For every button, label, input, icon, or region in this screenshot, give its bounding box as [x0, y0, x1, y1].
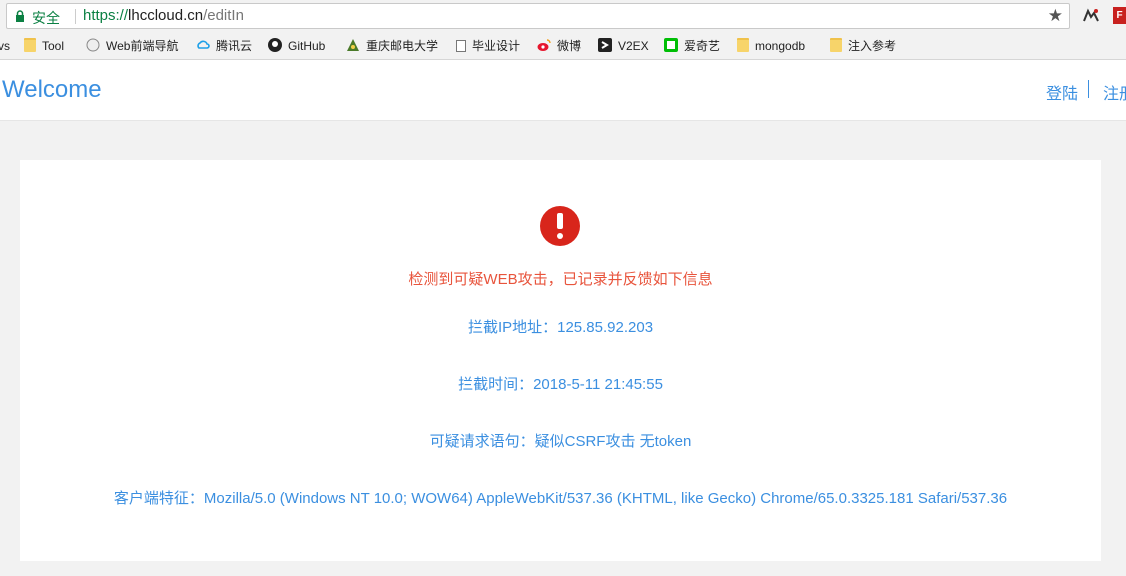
url-scheme: https://: [83, 7, 129, 24]
bookmark-weibo[interactable]: 微博: [537, 38, 581, 54]
github-icon: [268, 38, 282, 52]
client-user-agent: 客户端特征：Mozilla/5.0 (Windows NT 10.0; WOW6…: [113, 490, 1008, 507]
page-icon: [456, 40, 466, 52]
bookmark-v2ex[interactable]: V2EX: [598, 38, 649, 54]
bookmark-label: 注入参考: [848, 39, 897, 53]
extension-f-icon[interactable]: F: [1113, 7, 1126, 24]
alert-card: 检测到可疑WEB攻击，已记录并反馈如下信息 拦截IP地址：125.85.92.2…: [20, 160, 1101, 561]
secure-label: 安全: [32, 10, 60, 26]
browser-toolbar: 安全 https://lhccloud.cn/editIn ★ F: [0, 0, 1126, 33]
address-bar[interactable]: 安全 https://lhccloud.cn/editIn ★: [6, 3, 1070, 29]
lock-icon: [16, 10, 24, 22]
bookmark-label: Web前端导航: [106, 39, 179, 53]
exclamation-icon: [540, 206, 580, 246]
suspicious-request: 可疑请求语句：疑似CSRF攻击 无token: [429, 433, 692, 450]
bookmark-tencent-cloud[interactable]: 腾讯云: [196, 38, 252, 54]
site-brand[interactable]: Welcome: [2, 76, 102, 104]
extension-icon[interactable]: [1082, 7, 1100, 25]
register-link[interactable]: 注册: [1103, 80, 1126, 104]
weibo-icon: [537, 39, 551, 51]
bookmark-label: 腾讯云: [216, 39, 253, 53]
folder-icon: [24, 38, 36, 52]
folder-icon: [830, 38, 842, 52]
url-path: /editIn: [203, 7, 244, 24]
nav-divider: [1088, 80, 1089, 98]
bookmark-label: Tool: [42, 39, 65, 53]
bookmark-iqiyi[interactable]: 爱奇艺: [664, 38, 720, 54]
bookmark-vs[interactable]: vs: [0, 38, 10, 54]
bookmark-label: V2EX: [618, 39, 649, 53]
bookmark-label: 重庆邮电大学: [366, 39, 439, 53]
site-header: Welcome 登陆 注册: [0, 60, 1126, 121]
bookmark-graduation[interactable]: 毕业设计: [456, 38, 520, 54]
bookmark-label: 爱奇艺: [684, 39, 721, 53]
url-host: lhccloud.cn: [128, 7, 204, 24]
url-text[interactable]: https://lhccloud.cn/editIn: [83, 7, 244, 24]
address-separator: [75, 9, 76, 24]
bookmark-injection-ref[interactable]: 注入参考: [830, 38, 896, 54]
iqiyi-icon: [664, 38, 678, 52]
bookmark-label: vs: [0, 39, 10, 53]
blocked-time: 拦截时间：2018-5-11 21:45:55: [458, 376, 663, 393]
bookmark-label: 微博: [557, 39, 582, 53]
bookmark-tool[interactable]: Tool: [24, 38, 64, 54]
school-icon: [347, 39, 359, 51]
bookmark-label: GitHub: [288, 39, 326, 53]
bookmark-mongodb[interactable]: mongodb: [737, 38, 805, 54]
cloud-icon: [197, 40, 210, 49]
bookmark-cqupt[interactable]: 重庆邮电大学: [346, 38, 438, 54]
blocked-ip: 拦截IP地址：125.85.92.203: [467, 319, 654, 336]
login-link[interactable]: 登陆: [1046, 80, 1078, 104]
folder-icon: [737, 38, 749, 52]
bookmark-web-nav[interactable]: Web前端导航: [86, 38, 178, 54]
attack-warning: 检测到可疑WEB攻击，已记录并反馈如下信息: [408, 271, 713, 288]
bookmark-star-icon[interactable]: ★: [1048, 6, 1063, 26]
globe-icon: [86, 38, 100, 52]
bookmark-label: mongodb: [755, 39, 806, 53]
bookmark-label: 毕业设计: [472, 39, 521, 53]
bookmarks-bar: vs Tool Web前端导航 腾讯云 GitHub 重庆邮电大学 毕业设计 微…: [0, 33, 1126, 60]
bookmark-github[interactable]: GitHub: [268, 38, 325, 54]
v2ex-icon: [598, 38, 612, 52]
